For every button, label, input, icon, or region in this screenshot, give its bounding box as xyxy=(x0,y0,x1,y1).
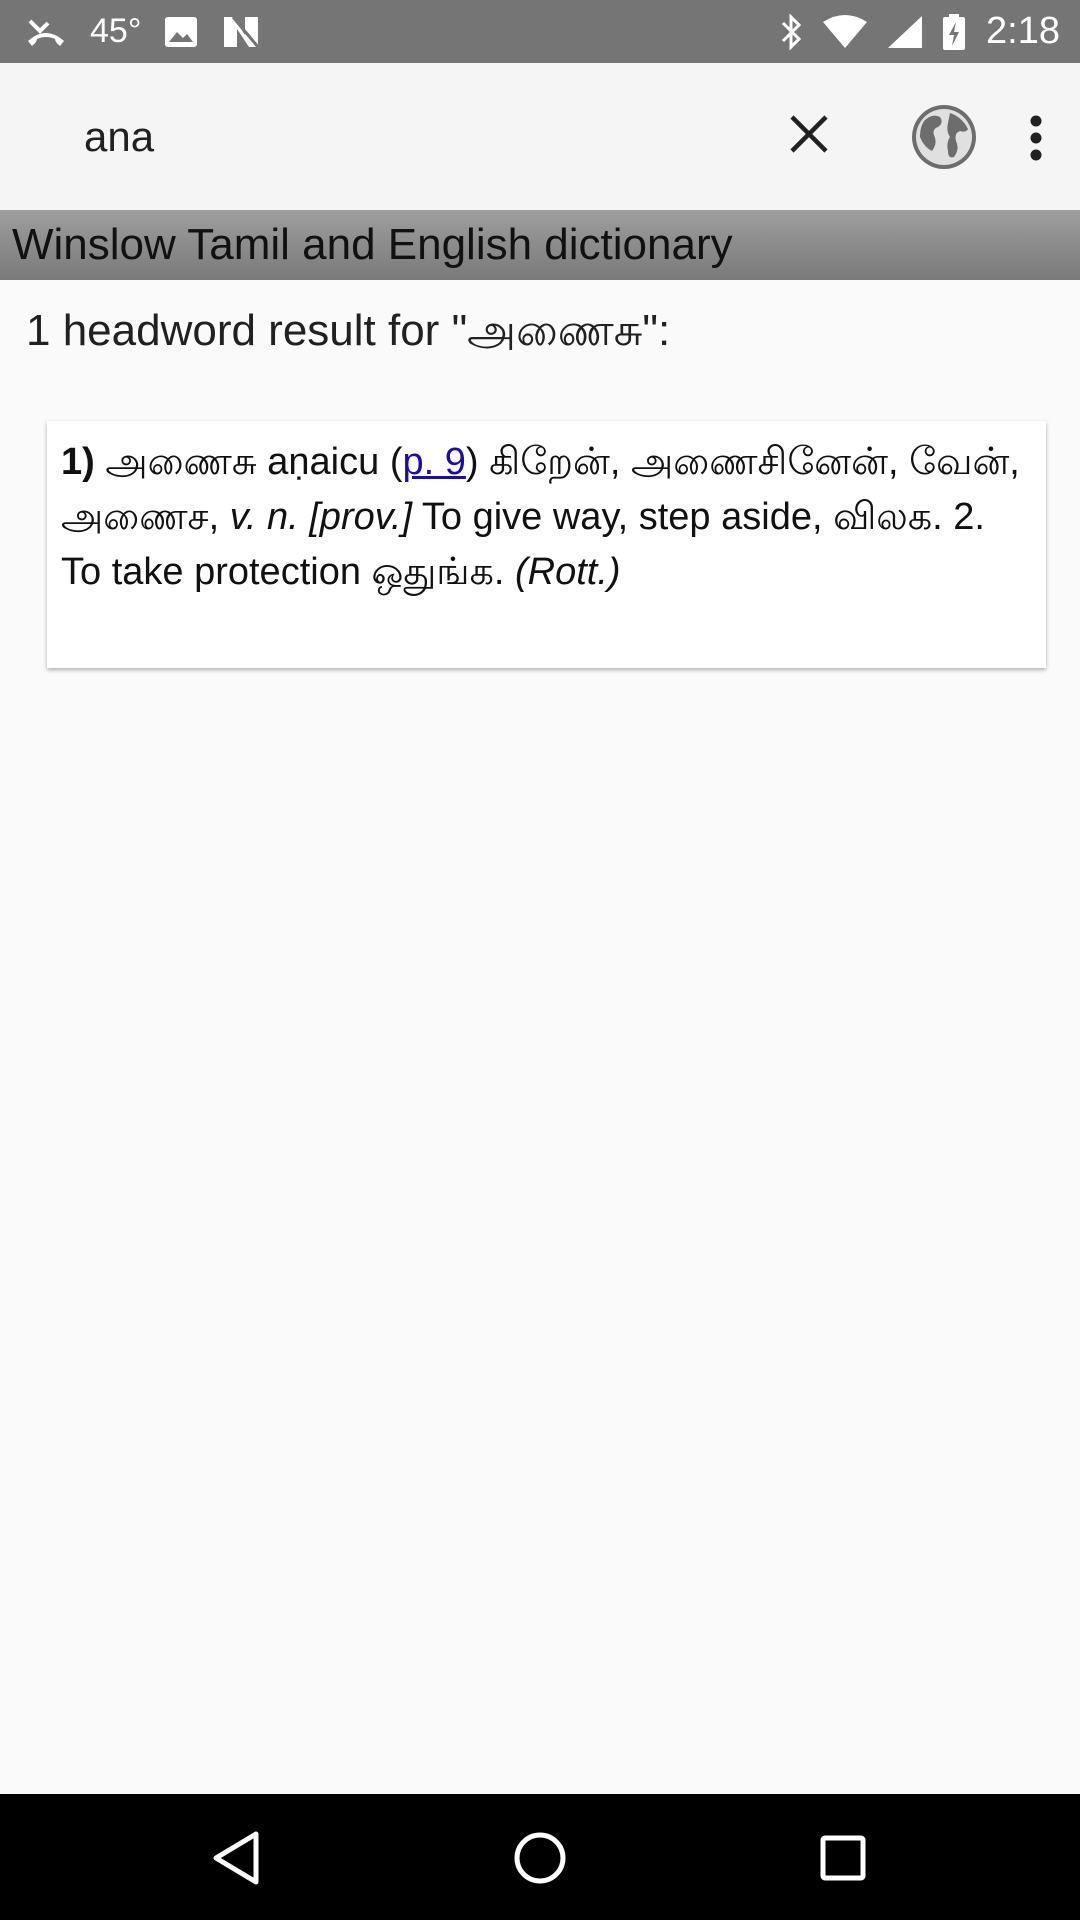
recents-square-icon xyxy=(820,1835,866,1881)
image-icon xyxy=(163,15,199,49)
online-dictionary-button[interactable] xyxy=(906,99,982,175)
temperature-label: 45° xyxy=(90,12,142,50)
entry-transliteration: aṇaicu xyxy=(267,441,380,483)
back-triangle-icon xyxy=(213,1831,259,1885)
app-bar xyxy=(0,63,1080,210)
wifi-icon xyxy=(822,14,868,50)
overflow-menu-button[interactable] xyxy=(1016,103,1056,173)
dictionary-header: Winslow Tamil and English dictionary xyxy=(0,210,1080,280)
entry-number: 1) xyxy=(61,441,95,483)
status-bar: 45° 2:18 xyxy=(0,0,1080,63)
paren-open: ( xyxy=(389,441,403,483)
bluetooth-icon xyxy=(780,12,804,51)
entry-headword: அணைசு xyxy=(105,441,257,483)
entry-source: (Rott.) xyxy=(515,551,621,593)
entry-grammar: v. n. [prov.] xyxy=(229,496,413,538)
cell-signal-icon xyxy=(886,14,924,50)
close-icon xyxy=(790,115,828,153)
home-circle-icon xyxy=(514,1832,566,1884)
more-vert-icon xyxy=(1030,115,1042,161)
missed-call-icon xyxy=(24,15,68,49)
status-bar-right: 2:18 xyxy=(762,0,1060,63)
back-button[interactable] xyxy=(196,1818,276,1898)
entry-card[interactable]: 1) அணைசு aṇaicu (p. 9) கிறேன், அணைசினேன்… xyxy=(47,421,1046,668)
battery-charging-icon xyxy=(942,13,966,51)
recents-button[interactable] xyxy=(803,1818,883,1898)
search-input[interactable] xyxy=(84,103,724,171)
clock: 2:18 xyxy=(986,10,1060,52)
globe-icon xyxy=(912,105,976,169)
status-bar-left: 45° xyxy=(24,0,283,63)
clear-search-button[interactable] xyxy=(774,99,844,169)
n-app-icon xyxy=(221,15,261,49)
result-summary: 1 headword result for "அணைசு": xyxy=(26,306,671,355)
page-link[interactable]: p. 9 xyxy=(402,441,465,483)
home-button[interactable] xyxy=(500,1818,580,1898)
navigation-bar xyxy=(0,1794,1080,1920)
